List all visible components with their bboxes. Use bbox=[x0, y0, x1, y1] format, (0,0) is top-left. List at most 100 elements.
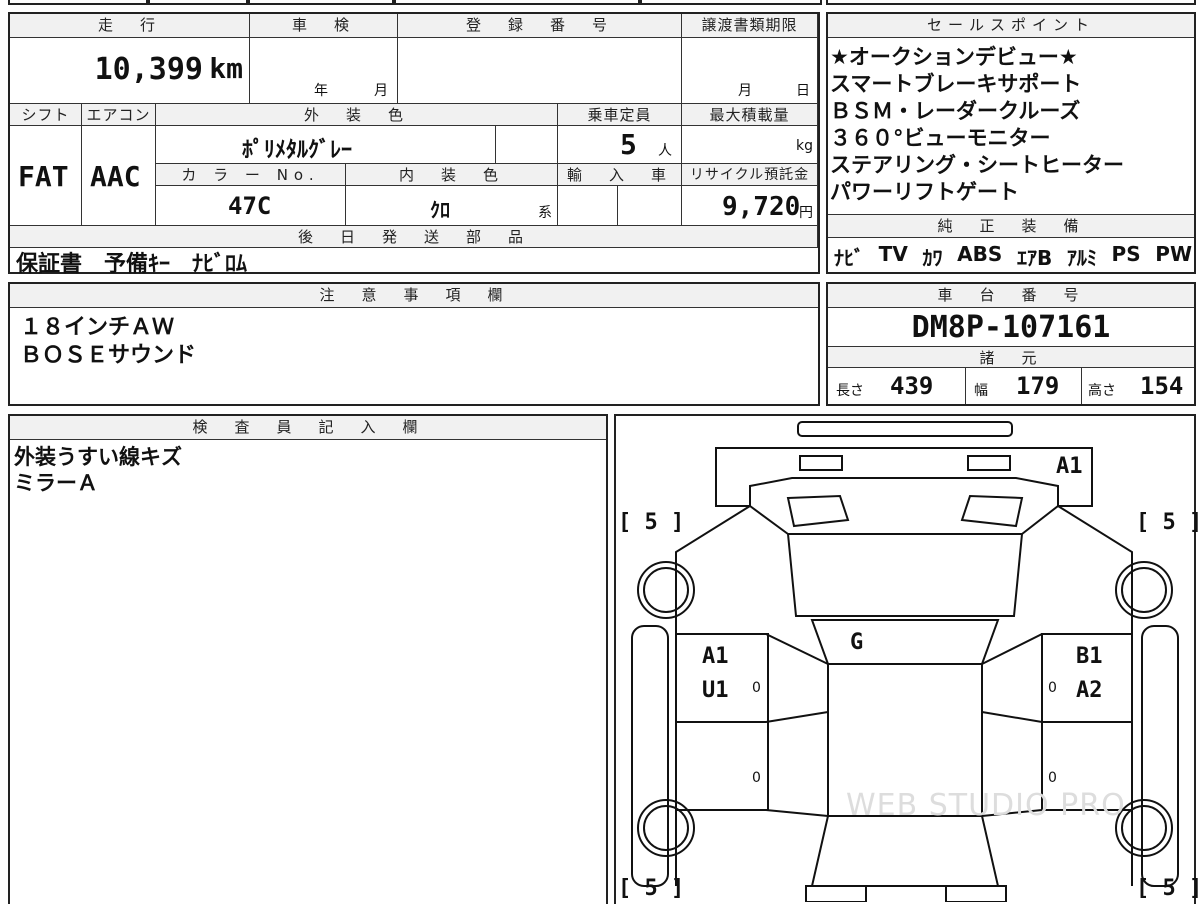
equipment-header: 純 正 装 備 bbox=[828, 214, 1194, 238]
sales-point-line: ★オークションデビュー★ bbox=[830, 45, 1078, 69]
width-cell: 幅 179 bbox=[966, 368, 1082, 404]
equipment-item: ABS bbox=[957, 242, 1003, 266]
mark-small-right-rear: 0 bbox=[1048, 770, 1057, 786]
equipment-item: PS bbox=[1111, 242, 1141, 266]
mark-tire-rear-left: [ 5 ] bbox=[618, 876, 685, 901]
mileage-value: 10,399 bbox=[94, 52, 203, 87]
mark-front: A1 bbox=[1056, 454, 1083, 479]
length-cell: 長さ 439 bbox=[828, 368, 966, 404]
sales-point-line: パワーリフトゲート bbox=[830, 180, 1019, 204]
interior-color-cell: ｸﾛ 系 bbox=[346, 186, 558, 226]
dims-header: 諸 元 bbox=[828, 346, 1194, 368]
interior-suffix: 系 bbox=[538, 205, 552, 221]
equipment-item: ｱﾙﾐ bbox=[1066, 246, 1097, 270]
max-load-unit: kg bbox=[796, 138, 813, 154]
shaken-month: 月 bbox=[374, 83, 388, 99]
capacity-header: 乗車定員 bbox=[558, 104, 682, 126]
inspector-panel: 検 査 員 記 入 欄 外装うすい線キズ ミラーＡ bbox=[8, 414, 608, 904]
equipment-item: ｶﾜ bbox=[922, 246, 943, 270]
mark-tire-rear-right: [ 5 ] bbox=[1136, 876, 1200, 901]
color-no-cell: 47C bbox=[156, 186, 346, 226]
recycle-header: リサイクル預託金 bbox=[682, 164, 818, 186]
recycle-cell: 9,720 円 bbox=[682, 186, 818, 226]
notes-line: ＢＯＳＥサウンド bbox=[20, 343, 197, 368]
shift-value: FAT bbox=[18, 160, 69, 193]
mark-right-door-1: B1 bbox=[1076, 644, 1103, 669]
max-load-header: 最大積載量 bbox=[682, 104, 818, 126]
equipment-item: ﾅﾋﾞ bbox=[834, 246, 864, 270]
notes-header: 注 意 事 項 欄 bbox=[10, 284, 818, 308]
watermark: WEB STUDIO PRO bbox=[846, 788, 1126, 823]
capacity-value: 5 bbox=[620, 128, 637, 161]
shaken-year: 年 bbox=[314, 83, 328, 99]
mark-tire-front-left: [ 5 ] bbox=[618, 510, 685, 535]
sales-point-line: ステアリング・シートヒーター bbox=[830, 153, 1124, 177]
length-value: 439 bbox=[890, 372, 934, 400]
mileage-unit: km bbox=[209, 52, 243, 85]
max-load-cell: kg bbox=[682, 126, 818, 164]
registration-cell bbox=[398, 38, 682, 104]
import-cell-a bbox=[558, 186, 618, 226]
notes-panel: 注 意 事 項 欄 １８インチＡＷ ＢＯＳＥサウンド bbox=[8, 282, 820, 406]
exterior-color-extra-cell bbox=[496, 126, 558, 164]
sales-point-line: ＢＳＭ・レーダークルーズ bbox=[830, 99, 1081, 123]
shaken-header: 車 検 bbox=[250, 14, 398, 38]
capacity-unit: 人 bbox=[658, 143, 672, 159]
inspector-line: ミラーＡ bbox=[14, 471, 98, 495]
shift-header: シフト bbox=[10, 104, 82, 126]
equipment-item: TV bbox=[878, 242, 908, 266]
mark-roof: G bbox=[850, 630, 864, 655]
height-value: 154 bbox=[1140, 372, 1184, 400]
equipment-list: ﾅﾋﾞ TV ｶﾜ ABS ｴｱB ｱﾙﾐ PS PW bbox=[834, 242, 1192, 271]
shift-cell: FAT bbox=[10, 126, 82, 226]
notes-line: １８インチＡＷ bbox=[20, 315, 175, 340]
chassis-panel: 車 台 番 号 DM8P-107161 諸 元 長さ 439 幅 179 高さ … bbox=[826, 282, 1196, 406]
sales-point-line: ３６０°ビューモニター bbox=[830, 126, 1051, 150]
width-label: 幅 bbox=[974, 383, 988, 399]
car-diagram-panel: A1 [ 5 ] [ 5 ] [ 5 ] [ 5 ] G A1 U1 B1 A2… bbox=[614, 414, 1200, 904]
import-cell-b bbox=[618, 186, 682, 226]
aircon-value: AAC bbox=[90, 160, 141, 193]
aircon-header: エアコン bbox=[82, 104, 156, 126]
equipment-item: PW bbox=[1155, 242, 1192, 266]
width-value: 179 bbox=[1016, 372, 1060, 400]
spec-panel: 走 行 車 検 登 録 番 号 譲渡書類期限 10,399 km 年 月 月 日… bbox=[8, 12, 820, 277]
inspector-line: 外装うすい線キズ bbox=[14, 445, 182, 469]
color-no-value: 47C bbox=[228, 192, 272, 220]
equipment-item: ｴｱB bbox=[1016, 246, 1053, 270]
mark-right-door-2: A2 bbox=[1076, 678, 1103, 703]
mileage-header: 走 行 bbox=[10, 14, 250, 38]
sales-point-line: スマートブレーキサポート bbox=[830, 72, 1082, 96]
transfer-month: 月 bbox=[738, 83, 752, 99]
chassis-header: 車 台 番 号 bbox=[828, 284, 1194, 308]
transfer-day: 日 bbox=[796, 83, 810, 99]
later-parts-value: 保証書 予備ｷｰ ﾅﾋﾞﾛﾑ bbox=[16, 252, 248, 277]
aircon-cell: AAC bbox=[82, 126, 156, 226]
exterior-color-value: ﾎﾟﾘﾒﾀﾙｸﾞﾚｰ bbox=[242, 138, 353, 163]
capacity-cell: 5 人 bbox=[558, 126, 682, 164]
mileage-cell: 10,399 km bbox=[10, 38, 250, 104]
transfer-cell: 月 日 bbox=[682, 38, 818, 104]
mark-small-right-front: 0 bbox=[1048, 680, 1057, 696]
mark-left-door-1: A1 bbox=[702, 644, 729, 669]
inspector-header: 検 査 員 記 入 欄 bbox=[10, 416, 606, 440]
later-parts-header: 後 日 発 送 部 品 bbox=[10, 226, 818, 248]
mark-small-left-front: 0 bbox=[752, 680, 761, 696]
mark-tire-front-right: [ 5 ] bbox=[1136, 510, 1200, 535]
color-no-header: カ ラ ー No. bbox=[156, 164, 346, 186]
mark-small-left-rear: 0 bbox=[752, 770, 761, 786]
shaken-cell: 年 月 bbox=[250, 38, 398, 104]
sales-point-list: ★オークションデビュー★ スマートブレーキサポート ＢＳＭ・レーダークルーズ ３… bbox=[830, 44, 1192, 206]
top-cutoff-strip bbox=[0, 0, 1200, 8]
import-header: 輸 入 車 bbox=[558, 164, 682, 186]
exterior-color-header: 外 装 色 bbox=[156, 104, 558, 126]
height-cell: 高さ 154 bbox=[1082, 368, 1194, 404]
recycle-unit: 円 bbox=[799, 205, 813, 221]
mark-left-door-2: U1 bbox=[702, 678, 729, 703]
registration-header: 登 録 番 号 bbox=[398, 14, 682, 38]
height-label: 高さ bbox=[1088, 383, 1116, 399]
exterior-color-cell: ﾎﾟﾘﾒﾀﾙｸﾞﾚｰ bbox=[156, 126, 496, 164]
sales-point-panel: セールスポイント ★オークションデビュー★ スマートブレーキサポート ＢＳＭ・レ… bbox=[826, 12, 1196, 274]
interior-color-value: ｸﾛ bbox=[430, 198, 450, 222]
transfer-header: 譲渡書類期限 bbox=[682, 14, 818, 38]
